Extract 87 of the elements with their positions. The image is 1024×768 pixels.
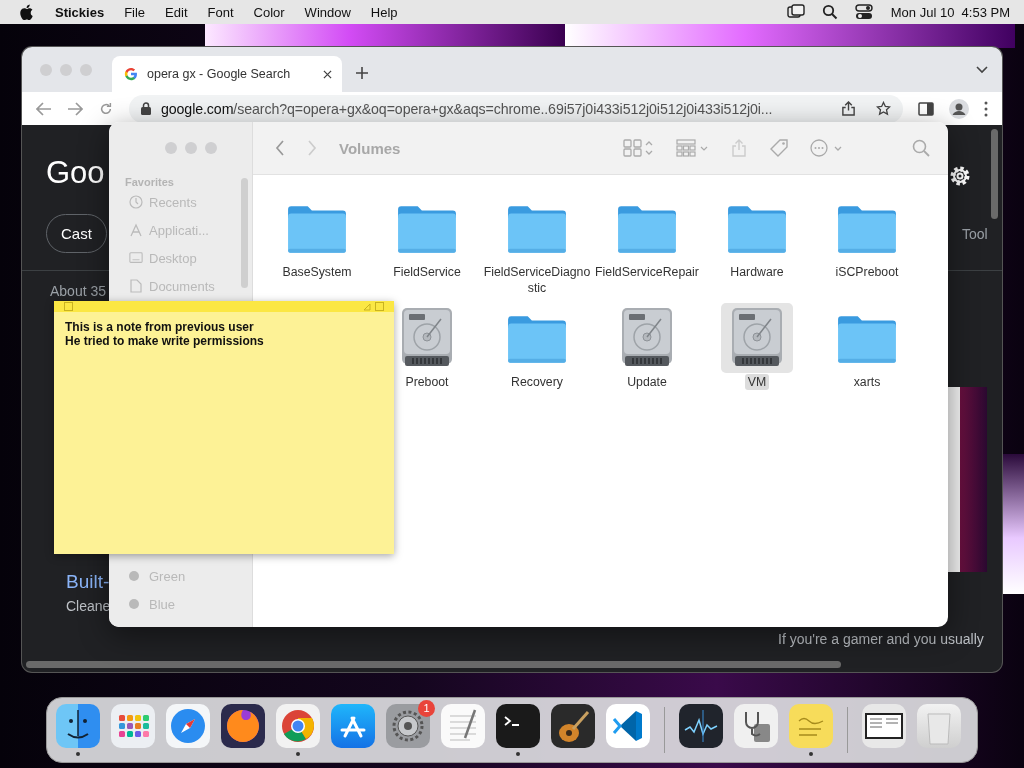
close-tab-icon[interactable] [323, 69, 332, 79]
menu-item[interactable]: Window [304, 4, 351, 20]
app-grid-icon[interactable] [111, 704, 155, 748]
file-name: FieldService [392, 264, 462, 280]
tag-icon[interactable] [770, 139, 788, 157]
file-name: FieldServiceRepair [594, 264, 700, 280]
monitor-icon [129, 251, 143, 265]
file-name: VM [744, 374, 770, 390]
horizontal-scrollbar[interactable] [26, 661, 841, 668]
document-icon [129, 279, 143, 293]
menu-item[interactable]: File [124, 4, 146, 20]
address-bar[interactable]: google.com/search?q=opera+gx&oq=opera+gx&aqs=chrome..69i57j0i433i512j0i512j0i433i512j0i... [129, 94, 903, 123]
sidebar-scrollbar[interactable] [241, 178, 248, 288]
note-text[interactable]: This is a note from previous user He tried to make write permissions [54, 312, 394, 356]
tools-tab[interactable]: Tool [962, 226, 988, 242]
lock-icon [141, 102, 151, 115]
forward-arrow-icon[interactable] [67, 101, 83, 116]
file-name: Recovery [510, 374, 564, 390]
letter-a-icon[interactable] [331, 704, 375, 748]
profile-avatar-icon[interactable] [949, 98, 969, 119]
result-snippet: If you're a gamer and you usually [778, 631, 984, 647]
window-thumbnail-icon[interactable] [862, 704, 906, 748]
side-panel-icon[interactable] [918, 101, 934, 116]
reload-icon[interactable] [98, 101, 114, 116]
chart-icon[interactable] [679, 704, 723, 748]
file-name: Preboot [404, 374, 450, 390]
zoom-dot[interactable] [204, 142, 217, 154]
window-title: Volumes [339, 139, 401, 157]
menu-item[interactable]: Font [207, 4, 234, 20]
file-name: Update [626, 374, 668, 390]
close-dot[interactable] [40, 63, 52, 76]
code-editor-icon[interactable] [606, 704, 650, 748]
back-arrow-icon[interactable] [36, 101, 52, 116]
tab-title: opera gx - Google Search [147, 67, 292, 81]
resize-triangle-icon[interactable] [363, 302, 371, 311]
close-square-icon[interactable] [64, 302, 73, 311]
collapse-square-icon[interactable] [375, 302, 384, 311]
group-icon[interactable] [676, 139, 708, 157]
notepad-icon[interactable] [441, 704, 485, 748]
minimize-dot[interactable] [60, 63, 72, 76]
google-logo-text: Goo [46, 155, 105, 191]
toggles-icon[interactable] [854, 4, 873, 20]
search-icon[interactable] [820, 4, 839, 20]
apple-logo-icon[interactable] [20, 4, 33, 20]
browser-tab[interactable]: opera gx - Google Search [112, 56, 342, 92]
result-title-link[interactable]: Built- [66, 571, 110, 593]
tab-list-chevron-icon[interactable] [976, 65, 988, 74]
minimize-dot[interactable] [184, 142, 197, 154]
results-count: About 35 [50, 283, 107, 299]
trash-icon[interactable] [917, 704, 961, 748]
notification-badge: 1 [418, 700, 435, 717]
clock-icon [129, 195, 143, 209]
sidebar-heading: Favorites [125, 176, 175, 188]
more-menu-icon[interactable] [984, 100, 988, 117]
settings-icon[interactable] [948, 164, 972, 188]
guitar-icon[interactable] [551, 704, 595, 748]
file-name: BaseSystem [281, 264, 353, 280]
icon-view-icon[interactable] [622, 139, 654, 157]
star-icon[interactable] [876, 101, 891, 116]
back-chevron-icon[interactable] [275, 140, 285, 156]
menu-item[interactable]: Edit [165, 4, 188, 20]
gear-icon[interactable] [386, 704, 430, 748]
windows-icon[interactable] [786, 4, 805, 20]
terminal-icon[interactable] [496, 704, 540, 748]
g-logo-icon [124, 67, 138, 81]
result-snippet: Cleane [66, 598, 111, 614]
vertical-scrollbar[interactable] [991, 129, 998, 219]
file-name: xarts [852, 374, 882, 390]
file-name: FieldServiceDiagnostic [482, 264, 592, 296]
url-text: google.com/search?q=opera+gx&oq=opera+gx&aqs=chrome..69i57j0i433i512j0i512j0i433i512j0i... [161, 100, 774, 117]
letter-a-icon [129, 223, 143, 237]
menu-app-name[interactable]: Stickies [55, 4, 105, 20]
menu-clock[interactable]: Mon Jul 10 4:53 PM [890, 4, 1010, 20]
zoom-dot[interactable] [80, 63, 92, 76]
new-tab-icon[interactable] [356, 67, 368, 79]
close-dot[interactable] [164, 142, 177, 154]
compass-icon[interactable] [166, 704, 210, 748]
share-icon[interactable] [841, 101, 856, 116]
menu-item[interactable]: Color [253, 4, 285, 20]
file-name: Hardware [729, 264, 785, 280]
fox-globe-icon[interactable] [221, 704, 265, 748]
face-icon[interactable] [56, 704, 100, 748]
sticky-note-icon[interactable] [789, 704, 833, 748]
file-name: iSCPreboot [834, 264, 900, 280]
menu-item[interactable]: Help [370, 4, 398, 20]
more-actions-icon[interactable] [810, 139, 842, 157]
stethoscope-icon[interactable] [734, 704, 778, 748]
